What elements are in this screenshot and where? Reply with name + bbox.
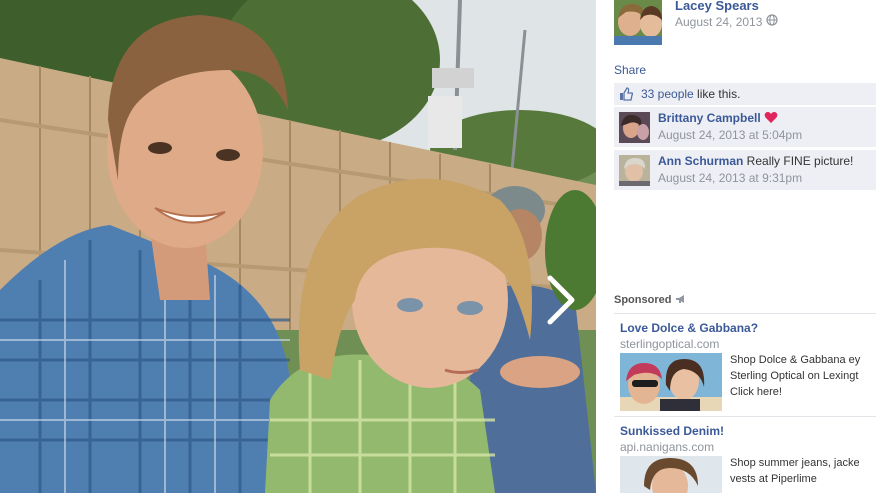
divider	[614, 416, 876, 417]
ad-body[interactable]: Shop Dolce & Gabbana ey Sterling Optical…	[730, 352, 876, 400]
comment-item: Ann Schurman Really FINE picture! August…	[614, 150, 876, 190]
comment-text: Really FINE picture!	[743, 154, 854, 168]
divider	[614, 313, 876, 314]
likes-summary: 33 people like this.	[614, 83, 876, 105]
comment-author-link[interactable]: Brittany Campbell	[658, 111, 761, 125]
comment-line: Brittany Campbell	[658, 111, 778, 125]
ad-body-line: Shop Dolce & Gabbana ey	[730, 354, 861, 366]
owner-avatar[interactable]	[614, 0, 662, 45]
ad-body-line: vests at Piperlime	[730, 473, 817, 485]
comment-timestamp[interactable]: August 24, 2013 at 9:31pm	[658, 171, 802, 185]
ad-title-link[interactable]: Love Dolce & Gabbana?	[620, 321, 758, 335]
photo-image	[0, 0, 596, 493]
chevron-right-icon	[547, 275, 575, 325]
photo-viewer[interactable]	[0, 0, 596, 493]
next-photo-button[interactable]	[538, 272, 582, 328]
ad-domain[interactable]: api.nanigans.com	[620, 440, 714, 454]
comment-line: Ann Schurman Really FINE picture!	[658, 154, 853, 168]
sponsored-label: Sponsored	[614, 294, 672, 306]
globe-icon[interactable]	[766, 14, 778, 26]
thumbs-up-icon	[620, 87, 633, 101]
likes-text: 33 people like this.	[641, 87, 740, 101]
ad-body-line: Click here!	[730, 386, 782, 398]
share-link[interactable]: Share	[614, 63, 646, 77]
photo-sidebar: Lacey Spears August 24, 2013 Share 33 pe…	[596, 0, 876, 493]
ad-body-line: Shop summer jeans, jacke	[730, 457, 860, 469]
ad-body-line: Sterling Optical on Lexingt	[730, 370, 859, 382]
comment-author-link[interactable]: Ann Schurman	[658, 154, 743, 168]
ad-image[interactable]	[620, 456, 722, 493]
ad-domain[interactable]: sterlingoptical.com	[620, 337, 719, 351]
heart-icon	[764, 112, 778, 123]
comment-item: Brittany Campbell August 24, 2013 at 5:0…	[614, 107, 876, 147]
likes-count-link[interactable]: 33 people	[641, 87, 694, 101]
post-date[interactable]: August 24, 2013	[675, 15, 762, 29]
megaphone-icon	[676, 295, 685, 303]
owner-name-link[interactable]: Lacey Spears	[675, 0, 759, 13]
ad-body[interactable]: Shop summer jeans, jacke vests at Piperl…	[730, 455, 876, 487]
likes-suffix: like this.	[693, 87, 741, 101]
sponsored-header: Sponsored	[614, 294, 687, 306]
ad-image[interactable]	[620, 353, 722, 411]
commenter-avatar[interactable]	[619, 155, 650, 186]
comment-timestamp[interactable]: August 24, 2013 at 5:04pm	[658, 128, 802, 142]
ad-title-link[interactable]: Sunkissed Denim!	[620, 424, 724, 438]
commenter-avatar[interactable]	[619, 112, 650, 143]
